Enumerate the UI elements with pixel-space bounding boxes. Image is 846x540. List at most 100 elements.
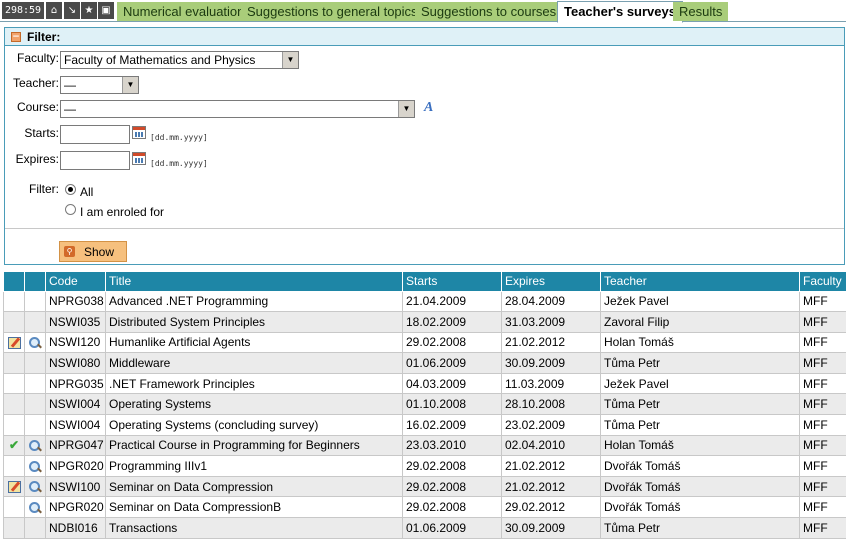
cell-expires: 02.04.2010	[501, 434, 601, 457]
show-button[interactable]: ⚲ Show	[59, 241, 127, 262]
cell-starts: 23.03.2010	[402, 434, 502, 457]
favorite-icon[interactable]: ★	[81, 2, 97, 19]
row-icon-cell	[24, 290, 46, 313]
cell-teacher: Ježek Pavel	[600, 372, 800, 395]
row-icon-cell	[24, 331, 46, 354]
tab-suggestions-general[interactable]: Suggestions to general topics	[241, 2, 425, 21]
cell-faculty: MFF	[799, 414, 846, 436]
cell-expires: 31.03.2009	[501, 311, 601, 333]
row-icon-cell	[3, 290, 25, 313]
row-icon-cell	[3, 352, 25, 374]
table-row[interactable]: NSWI004 Operating Systems 01.10.2008 28.10.…	[3, 393, 846, 416]
cell-starts: 01.06.2009	[402, 517, 502, 539]
home-icon[interactable]: ⌂	[46, 2, 62, 19]
tab-suggestions-courses[interactable]: Suggestions to courses	[415, 2, 564, 21]
cell-expires: 11.03.2009	[501, 372, 601, 395]
cell-title: Operating Systems	[105, 393, 403, 416]
calendar-icon[interactable]	[132, 152, 146, 165]
cell-starts: 21.04.2009	[402, 290, 502, 313]
row-icon-cell	[24, 517, 46, 539]
cell-teacher: Dvořák Tomáš	[600, 475, 800, 498]
cell-code: NSWI080	[45, 352, 106, 374]
cell-title: Transactions	[105, 517, 403, 539]
cell-title: Practical Course in Programming for Begi…	[105, 434, 403, 457]
course-select-value: —	[64, 102, 76, 116]
magnifier-icon[interactable]	[29, 460, 41, 473]
column-header-faculty[interactable]: Faculty	[799, 272, 846, 292]
row-icon-cell	[3, 372, 25, 395]
edit-icon[interactable]	[7, 337, 21, 350]
cell-title: Programming IIIv1	[105, 455, 403, 477]
cell-code: NSWI004	[45, 393, 106, 416]
cell-faculty: MFF	[799, 311, 846, 333]
tab-results[interactable]: Results	[673, 2, 730, 21]
table-row[interactable]: NSWI080 Middleware 01.06.2009 30.09.2009 Tům…	[3, 352, 846, 374]
session-timer: 298:59	[2, 2, 44, 19]
check-icon[interactable]: ✔	[9, 438, 19, 452]
row-icon-cell	[24, 496, 46, 519]
cell-starts: 29.02.2008	[402, 455, 502, 477]
row-icon-cell	[24, 455, 46, 477]
starts-format-hint: [dd.mm.yyyy]	[150, 133, 208, 142]
table-row[interactable]: NPRG035 .NET Framework Principles 04.03.20…	[3, 372, 846, 395]
sort-az-icon[interactable]: A	[424, 100, 433, 116]
collapse-icon[interactable]: −	[11, 32, 21, 42]
filter-panel: − Filter: Faculty: Faculty of Mathematic…	[4, 27, 845, 265]
table-row[interactable]: NPGR020 Programming IIIv1 29.02.2008 21.02.…	[3, 455, 846, 477]
cell-teacher: Dvořák Tomáš	[600, 455, 800, 477]
table-row[interactable]: ✔ NPRG047 Practical Course in Programming …	[3, 434, 846, 457]
starts-input[interactable]	[60, 125, 130, 144]
cell-code: NPRG047	[45, 434, 106, 457]
cell-title: Distributed System Principles	[105, 311, 403, 333]
radio-enroled[interactable]	[65, 204, 76, 215]
magnifier-icon[interactable]	[29, 502, 41, 514]
table-row[interactable]: NPRG038 Advanced .NET Programming 21.04.20…	[3, 290, 846, 313]
radio-enroled-label: I am enroled for	[80, 205, 165, 219]
row-icon-cell	[3, 311, 25, 333]
logout-icon[interactable]: ↘	[64, 2, 80, 19]
table-row[interactable]: NSWI035 Distributed System Principles 18.0…	[3, 311, 846, 333]
filter-divider	[5, 228, 844, 229]
column-header-code[interactable]: Code	[45, 272, 106, 292]
faculty-select[interactable]: Faculty of Mathematics and Physics ▼	[60, 51, 299, 69]
teacher-select[interactable]: — ▼	[60, 76, 139, 94]
radio-all[interactable]	[65, 184, 76, 195]
course-select[interactable]: — ▼	[60, 100, 415, 118]
cell-title: Seminar on Data Compression	[105, 475, 403, 498]
starts-label: Starts:	[24, 126, 59, 140]
print-icon[interactable]: ▣	[98, 2, 114, 19]
teacher-select-value: —	[64, 78, 76, 92]
cell-code: NSWI100	[45, 475, 106, 498]
expires-input[interactable]	[60, 151, 130, 170]
cell-faculty: MFF	[799, 372, 846, 395]
search-icon: ⚲	[64, 246, 75, 257]
cell-starts: 29.02.2008	[402, 475, 502, 498]
magnifier-icon[interactable]	[29, 481, 41, 493]
table-row[interactable]: NPGR020 Seminar on Data CompressionB 29.02…	[3, 496, 846, 519]
table-row[interactable]: NSWI100 Seminar on Data Compression 29.02.…	[3, 475, 846, 498]
column-header-teacher[interactable]: Teacher	[600, 272, 800, 292]
cell-teacher: Dvořák Tomáš	[600, 496, 800, 519]
table-row[interactable]: NSWI004 Operating Systems (concluding sur…	[3, 414, 846, 436]
magnifier-icon[interactable]	[29, 337, 41, 349]
column-header-action	[3, 272, 25, 292]
column-header-starts[interactable]: Starts	[402, 272, 502, 292]
cell-title: Operating Systems (concluding survey)	[105, 414, 403, 436]
cell-faculty: MFF	[799, 434, 846, 457]
tab-numerical-evaluation[interactable]: Numerical evaluation	[117, 2, 252, 21]
edit-icon[interactable]	[7, 481, 21, 494]
table-row[interactable]: NDBI016 Transactions 01.06.2009 30.09.2009 T…	[3, 517, 846, 539]
cell-title: Seminar on Data CompressionB	[105, 496, 403, 519]
calendar-icon[interactable]	[132, 126, 146, 139]
radio-all-label: All	[80, 185, 94, 199]
tab-teachers-surveys[interactable]: Teacher's surveys	[557, 1, 683, 23]
cell-faculty: MFF	[799, 393, 846, 416]
column-header-title[interactable]: Title	[105, 272, 403, 292]
magnifier-icon[interactable]	[29, 440, 41, 452]
cell-starts: 18.02.2009	[402, 311, 502, 333]
cell-starts: 01.06.2009	[402, 352, 502, 374]
cell-expires: 30.09.2009	[501, 352, 601, 374]
table-row[interactable]: NSWI120 Humanlike Artificial Agents 29.02.…	[3, 331, 846, 354]
column-header-expires[interactable]: Expires	[501, 272, 601, 292]
row-icon-cell	[3, 455, 25, 477]
